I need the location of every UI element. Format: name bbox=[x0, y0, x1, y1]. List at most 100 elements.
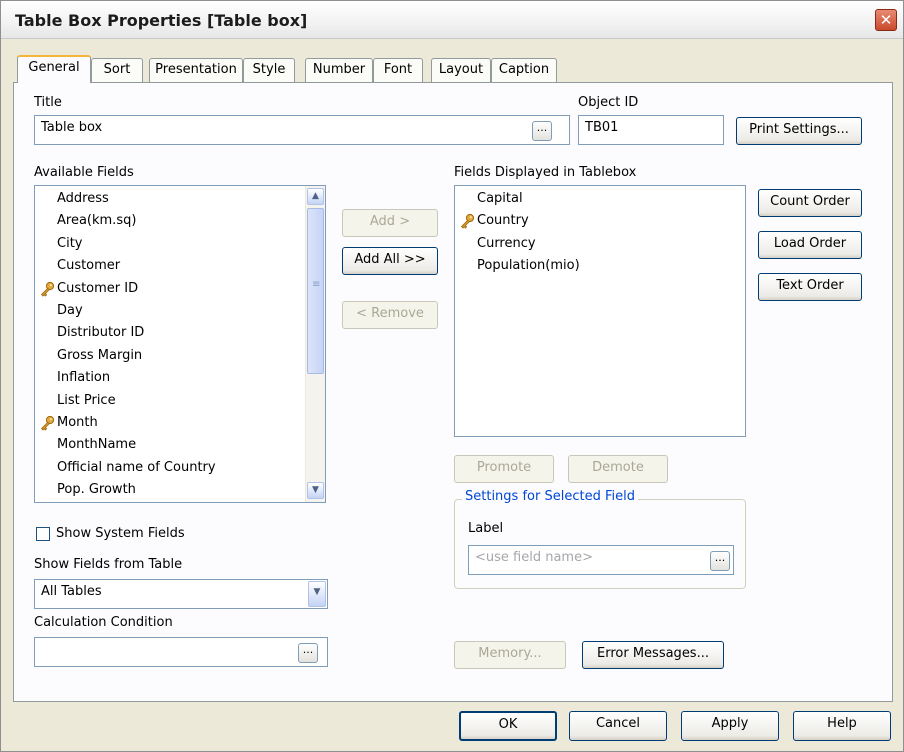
print-settings-button[interactable]: Print Settings... bbox=[736, 117, 862, 145]
cancel-button[interactable]: Cancel bbox=[569, 711, 667, 741]
grip-icon: ≡ bbox=[312, 279, 321, 290]
list-item[interactable]: List Price bbox=[35, 392, 303, 412]
apply-button[interactable]: Apply bbox=[681, 711, 779, 741]
add-all-button[interactable]: Add All >> bbox=[342, 247, 438, 275]
list-item-label: Gross Margin bbox=[57, 347, 143, 363]
show-system-fields-checkbox[interactable] bbox=[36, 527, 50, 541]
list-item[interactable]: Country bbox=[455, 212, 723, 232]
load-order-button[interactable]: Load Order bbox=[758, 231, 862, 259]
ellipsis-icon: ... bbox=[536, 121, 548, 134]
tab-label: Caption bbox=[498, 62, 550, 77]
list-item[interactable]: Distributor ID bbox=[35, 324, 303, 344]
list-item[interactable]: Area(km.sq) bbox=[35, 212, 303, 232]
available-fields-label: Available Fields bbox=[34, 165, 134, 180]
promote-button[interactable]: Promote bbox=[454, 455, 554, 483]
scroll-thumb[interactable]: ≡ bbox=[307, 208, 324, 374]
object-id-value: TB01 bbox=[585, 120, 619, 135]
list-item-label: Address bbox=[57, 191, 109, 206]
list-item[interactable]: Gross Margin bbox=[35, 347, 303, 367]
dialog-title: Table Box Properties [Table box] bbox=[15, 11, 308, 30]
list-item[interactable]: City bbox=[35, 235, 303, 255]
help-button[interactable]: Help bbox=[793, 711, 891, 741]
title-label: Title bbox=[34, 95, 62, 110]
settings-for-selected-field-group bbox=[454, 499, 746, 589]
remove-button[interactable]: < Remove bbox=[342, 301, 438, 329]
scroll-down-button[interactable]: ▼ bbox=[307, 482, 324, 499]
list-item-label: List Price bbox=[57, 392, 116, 408]
title-input[interactable]: Table box bbox=[34, 115, 570, 145]
ellipsis-icon: ... bbox=[714, 551, 726, 564]
tab-caption[interactable]: Caption bbox=[491, 58, 557, 82]
demote-button[interactable]: Demote bbox=[568, 455, 668, 483]
tab-general[interactable]: General bbox=[17, 55, 91, 83]
list-item[interactable]: Customer ID bbox=[35, 280, 303, 300]
dialog-window: Table Box Properties [Table box] ✕ Gener… bbox=[0, 0, 904, 752]
count-order-button[interactable]: Count Order bbox=[758, 189, 862, 217]
list-item-label: Inflation bbox=[57, 370, 111, 386]
show-fields-from-table-value: All Tables bbox=[41, 584, 102, 599]
field-label-expression-button[interactable]: ... bbox=[710, 551, 730, 571]
calculation-condition-input[interactable] bbox=[34, 637, 328, 667]
tab-presentation[interactable]: Presentation bbox=[149, 58, 243, 82]
list-item[interactable]: Day bbox=[35, 302, 303, 322]
list-item[interactable]: Currency bbox=[455, 235, 723, 255]
ellipsis-icon: ... bbox=[302, 643, 314, 656]
tab-layout[interactable]: Layout bbox=[431, 58, 491, 82]
dropdown-arrow-glyph: ▼ bbox=[313, 587, 321, 597]
title-value: Table box bbox=[41, 120, 103, 135]
tab-label: Font bbox=[383, 62, 413, 77]
list-item-label: City bbox=[57, 235, 83, 251]
settings-group-title: Settings for Selected Field bbox=[462, 489, 638, 504]
memory-button[interactable]: Memory... bbox=[454, 641, 566, 669]
tab-label: Style bbox=[252, 62, 286, 77]
show-fields-from-table-select[interactable]: All Tables ▼ bbox=[34, 579, 328, 609]
list-item-label: Customer ID bbox=[57, 280, 139, 296]
displayed-fields-list[interactable]: Capital Country Currency Population(mio) bbox=[454, 185, 746, 437]
object-id-label: Object ID bbox=[578, 95, 639, 110]
calculation-condition-label: Calculation Condition bbox=[34, 615, 173, 630]
available-fields-scrollbar[interactable]: ▲ ≡ ▼ bbox=[305, 186, 325, 502]
tab-label: Layout bbox=[438, 62, 484, 77]
tab-label: Sort bbox=[103, 62, 131, 77]
add-button[interactable]: Add > bbox=[342, 209, 438, 237]
list-item[interactable]: Official name of Country bbox=[35, 459, 303, 479]
text-order-button[interactable]: Text Order bbox=[758, 273, 862, 301]
scroll-down-icon: ▼ bbox=[312, 485, 319, 495]
tab-font[interactable]: Font bbox=[373, 58, 423, 82]
close-button[interactable]: ✕ bbox=[875, 9, 897, 31]
available-fields-list[interactable]: Address Area(km.sq) City Customer Customer I… bbox=[34, 185, 326, 503]
chevron-down-icon[interactable]: ▼ bbox=[308, 581, 326, 607]
show-system-fields-label: Show System Fields bbox=[56, 526, 185, 541]
list-item[interactable]: Customer bbox=[35, 257, 303, 277]
list-item[interactable]: Inflation bbox=[35, 369, 303, 389]
error-messages-button[interactable]: Error Messages... bbox=[582, 641, 724, 669]
list-item[interactable]: Capital bbox=[455, 190, 723, 210]
scroll-up-button[interactable]: ▲ bbox=[307, 188, 324, 205]
tab-sort[interactable]: Sort bbox=[91, 58, 143, 82]
list-item[interactable]: Population(mio) bbox=[455, 257, 723, 277]
calculation-condition-expression-button[interactable]: ... bbox=[298, 643, 318, 663]
displayed-fields-label: Fields Displayed in Tablebox bbox=[454, 165, 637, 180]
tab-style[interactable]: Style bbox=[243, 58, 295, 82]
ok-button[interactable]: OK bbox=[459, 711, 557, 741]
list-item[interactable]: Pop. Growth bbox=[35, 481, 303, 501]
list-item[interactable]: Month bbox=[35, 414, 303, 434]
key-icon bbox=[39, 281, 55, 297]
list-item[interactable]: Address bbox=[35, 190, 303, 210]
list-item-label: Pop. Growth bbox=[57, 482, 136, 498]
tab-label: Number bbox=[312, 62, 366, 77]
show-fields-from-table-label: Show Fields from Table bbox=[34, 557, 183, 572]
object-id-input[interactable]: TB01 bbox=[578, 115, 724, 145]
title-expression-button[interactable]: ... bbox=[532, 121, 552, 141]
list-item-label: MonthName bbox=[57, 437, 137, 453]
general-panel: Title Table box ... Object ID TB01 Print… bbox=[13, 82, 893, 702]
list-item-label: Capital bbox=[477, 191, 523, 206]
tab-number[interactable]: Number bbox=[305, 58, 373, 82]
close-icon: ✕ bbox=[879, 11, 893, 29]
title-bar[interactable]: Table Box Properties [Table box] ✕ bbox=[1, 1, 903, 39]
field-label-placeholder: <use field name> bbox=[475, 550, 593, 565]
field-label-input[interactable]: <use field name> bbox=[468, 545, 734, 575]
list-item[interactable]: MonthName bbox=[35, 436, 303, 456]
list-item-label: Day bbox=[57, 303, 83, 318]
list-item-label: Distributor ID bbox=[57, 325, 145, 341]
